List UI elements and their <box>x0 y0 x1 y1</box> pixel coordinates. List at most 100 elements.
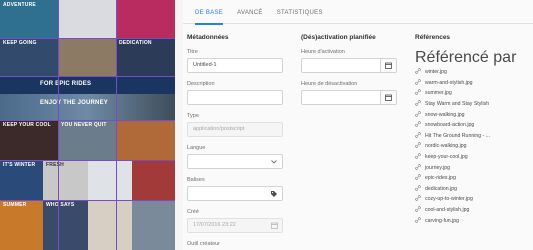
references-column: Références Référencé par winter.jpg warm-… <box>415 34 527 226</box>
title-label: Titre <box>187 49 198 55</box>
preview-tile: Fresh <box>43 160 88 200</box>
references-heading: Références <box>415 34 451 41</box>
link-icon <box>415 216 421 225</box>
preview-tile: Enjoy the Journey <box>0 94 175 120</box>
preview-tile: You Never Quit <box>58 120 116 160</box>
reference-item[interactable]: snow-walking.jpg <box>415 109 527 120</box>
reference-name: cool-and-stylish.jpg <box>425 207 470 214</box>
reference-item[interactable]: summer.jpg <box>415 88 527 99</box>
preview-tile: Keep Going <box>0 38 58 76</box>
reference-name: nordic-walking.jpg <box>425 143 467 150</box>
title-field[interactable]: Untitled-1 <box>187 58 283 73</box>
reference-name: winter.jpg <box>425 69 447 76</box>
description-field[interactable] <box>187 90 283 105</box>
link-icon <box>415 89 421 97</box>
artboard-guide <box>0 76 175 77</box>
created-value: 17/07/2016 23:22 <box>193 222 236 228</box>
tab-basic[interactable]: DE BASE <box>195 0 224 25</box>
reference-item[interactable]: cozy-up-to-winter.jpg <box>415 194 527 205</box>
schedule-heading: (Dés)activation planifiée <box>301 34 376 41</box>
preview-tile <box>88 200 132 250</box>
preview-tile <box>88 160 132 200</box>
preview-tile <box>132 160 175 200</box>
reference-name: journey.jpg <box>425 164 450 171</box>
reference-item[interactable]: snowboard-action.jpg <box>415 120 527 131</box>
referenced-by-label: Référencé par <box>415 49 517 66</box>
link-icon <box>415 132 421 140</box>
link-icon <box>415 68 421 76</box>
artboard-guide <box>58 0 59 250</box>
reference-name: snow-walking.jpg <box>425 111 465 118</box>
preview-tile <box>58 0 116 38</box>
properties-panel: DE BASE AVANCÉ STATISTIQUES Métadonnées … <box>183 0 533 250</box>
tag-picker-icon[interactable] <box>266 187 282 200</box>
references-list: winter.jpg warm-and-stylish.jpg summer.jpg… <box>415 67 527 226</box>
on-time-field[interactable] <box>301 58 397 73</box>
created-field: 17/07/2016 23:22 <box>187 218 283 233</box>
created-label: Créé <box>187 209 199 215</box>
reference-name: snowboard-action.jpg <box>425 122 475 129</box>
artboard-guide <box>0 120 175 121</box>
link-icon <box>415 110 421 119</box>
reference-name: keep-your-cool.jpg <box>425 154 468 161</box>
preview-tile <box>132 200 175 250</box>
link-icon <box>415 163 421 172</box>
metadata-heading: Métadonnées <box>187 34 229 41</box>
reference-item[interactable]: winter.jpg <box>415 67 527 78</box>
on-time-label: Heure d'activation <box>301 49 345 55</box>
type-label: Type <box>187 113 199 119</box>
reference-item[interactable]: carving-fun.jpg <box>415 215 527 226</box>
reference-item[interactable]: epic-rides.jpg <box>415 173 527 184</box>
link-icon <box>415 142 421 150</box>
reference-item[interactable]: nordic-walking.jpg <box>415 141 527 152</box>
reference-name: epic-rides.jpg <box>425 175 456 182</box>
artboard-guide <box>0 160 175 161</box>
reference-item[interactable]: keep-your-cool.jpg <box>415 152 527 163</box>
calendar-icon[interactable] <box>380 59 396 72</box>
artboard-guide <box>0 200 175 201</box>
preview-tile: Dedication <box>116 38 175 76</box>
reference-item[interactable]: Stay Warm and Stay Stylish <box>415 99 527 110</box>
tags-field[interactable] <box>187 186 283 201</box>
artboard-guide <box>116 0 117 250</box>
reference-name: cozy-up-to-winter.jpg <box>425 196 473 203</box>
reference-item[interactable]: cool-and-stylish.jpg <box>415 205 527 216</box>
asset-preview: Adventure Keep Going Dedication For Epic… <box>0 0 175 250</box>
preview-tile: Who Says <box>43 200 88 250</box>
language-select[interactable] <box>187 154 283 169</box>
link-icon <box>415 206 421 214</box>
link-icon <box>415 195 421 203</box>
tags-label: Balises <box>187 177 205 183</box>
off-time-label: Heure de désactivation <box>301 81 358 87</box>
preview-tile <box>116 0 175 38</box>
preview-tile: Adventure <box>0 0 58 38</box>
artboard-guide <box>0 38 175 39</box>
preview-tile: Summer <box>0 200 43 250</box>
reference-item[interactable]: Hit The Ground Running - ... <box>415 131 527 142</box>
description-label: Description <box>187 81 215 87</box>
reference-item[interactable]: journey.jpg <box>415 162 527 173</box>
preview-tile <box>116 120 175 160</box>
tab-advanced[interactable]: AVANCÉ <box>237 0 263 24</box>
off-time-field[interactable] <box>301 90 397 105</box>
preview-tile: For Epic Rides <box>0 76 175 94</box>
link-icon <box>415 153 421 161</box>
preview-tile: It's Winter <box>0 160 43 200</box>
schedule-column: (Dés)activation planifiée Heure d'activa… <box>301 34 397 113</box>
reference-name: Stay Warm and Stay Stylish <box>425 101 490 108</box>
preview-tile <box>58 38 116 76</box>
reference-name: warm-and-stylish.jpg <box>425 79 473 86</box>
link-icon <box>415 79 421 87</box>
reference-item[interactable]: dedication.jpg <box>415 184 527 195</box>
properties-tabs: DE BASE AVANCÉ STATISTIQUES <box>183 0 533 25</box>
link-icon <box>415 100 421 108</box>
reference-name: dedication.jpg <box>425 185 458 192</box>
creator-tool-label: Outil créateur <box>187 241 221 247</box>
reference-item[interactable]: warm-and-stylish.jpg <box>415 78 527 89</box>
calendar-icon <box>266 219 282 232</box>
language-label: Langue <box>187 145 206 151</box>
chevron-down-icon <box>266 155 282 168</box>
tab-statistics[interactable]: STATISTIQUES <box>277 0 323 24</box>
link-icon <box>415 185 421 193</box>
calendar-icon[interactable] <box>380 91 396 104</box>
